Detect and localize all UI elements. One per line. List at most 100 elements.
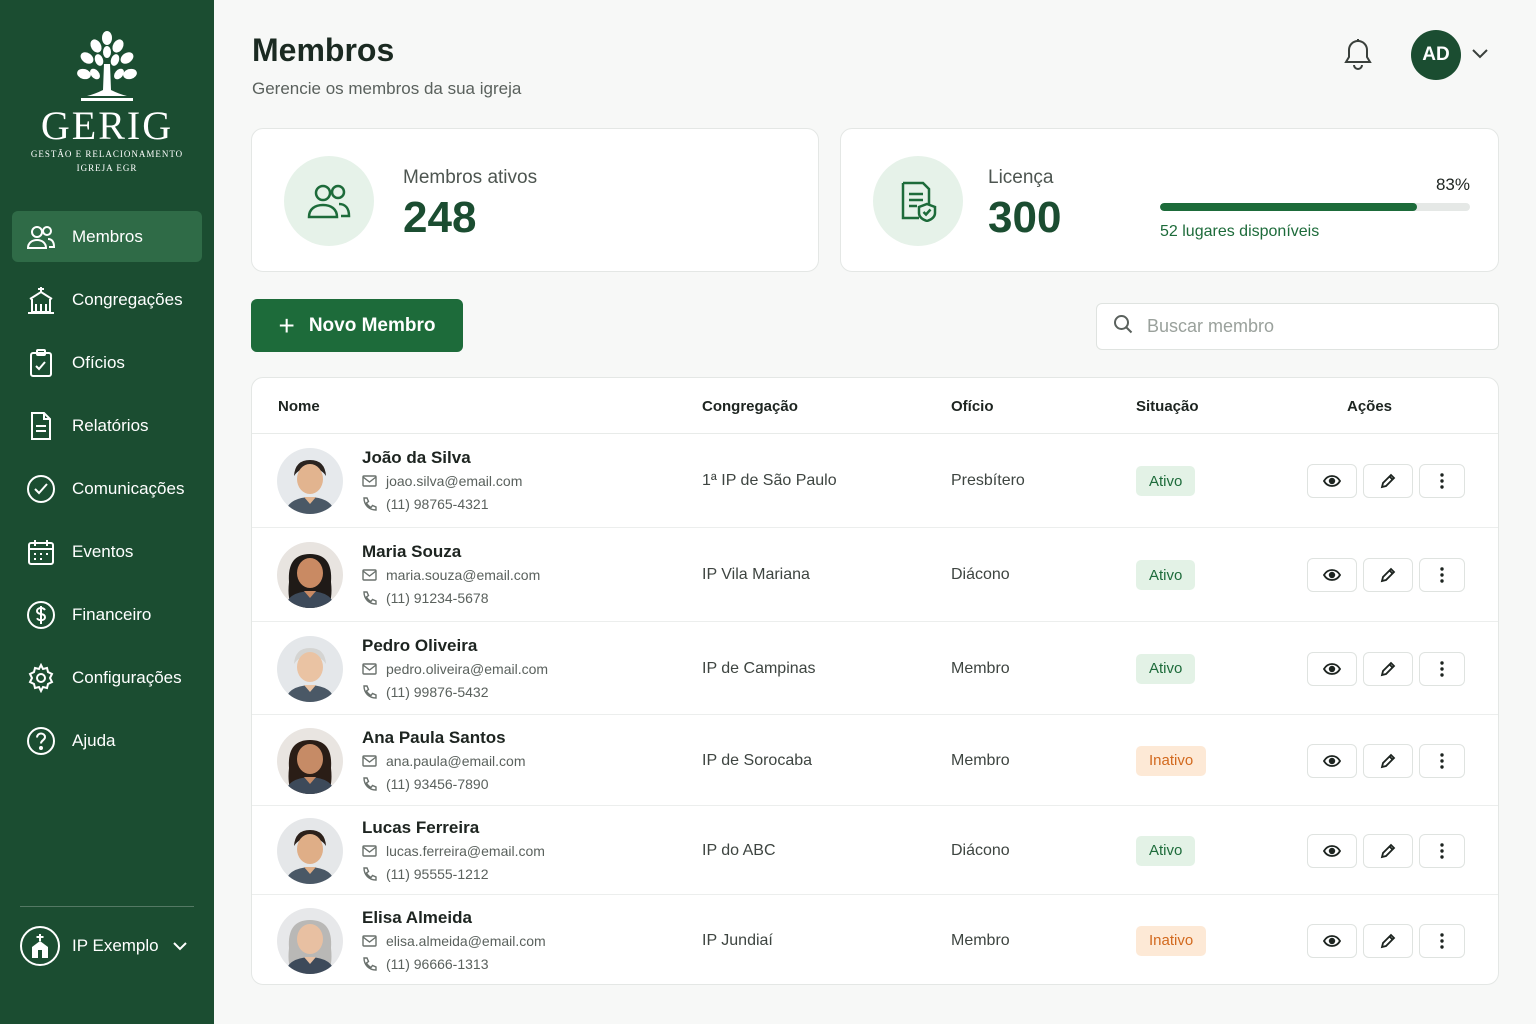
- active-members-card: Membros ativos 248: [251, 128, 819, 272]
- column-header-congregation[interactable]: Congregação: [702, 398, 798, 415]
- phone-icon: [363, 684, 377, 699]
- church-selector[interactable]: IP Exemplo: [20, 926, 187, 966]
- member-email: lucas.ferreira@email.com: [362, 843, 545, 859]
- more-options-button[interactable]: [1419, 464, 1465, 498]
- member-avatar: [277, 542, 343, 608]
- phone-icon: [363, 776, 377, 791]
- sidebar-item-eventos[interactable]: Eventos: [12, 526, 202, 577]
- mail-icon: [362, 934, 377, 947]
- sidebar-item-relatorios[interactable]: Relatórios: [12, 400, 202, 451]
- member-congregation: IP Vila Mariana: [702, 566, 810, 583]
- more-vertical-icon: [1440, 473, 1444, 489]
- sidebar: GERIG GESTÃO E RELACIONAMENTO IGREJA EGR…: [0, 0, 214, 1024]
- chevron-down-icon[interactable]: [1472, 46, 1488, 64]
- member-avatar: [277, 907, 343, 974]
- license-available: 52 lugares disponíveis: [1160, 223, 1320, 240]
- search-box[interactable]: [1096, 303, 1499, 350]
- member-email: maria.souza@email.com: [362, 567, 540, 583]
- member-phone: (11) 91234-5678: [362, 590, 488, 606]
- view-button[interactable]: [1307, 558, 1357, 592]
- more-options-button[interactable]: [1419, 923, 1465, 958]
- view-button[interactable]: [1307, 833, 1357, 868]
- edit-button[interactable]: [1363, 558, 1413, 592]
- edit-button[interactable]: [1363, 923, 1413, 958]
- edit-button[interactable]: [1363, 743, 1413, 778]
- status-badge: Ativo: [1136, 835, 1196, 866]
- church-building-icon: [26, 285, 56, 315]
- sidebar-item-label: Financeiro: [72, 604, 152, 624]
- member-name[interactable]: Maria Souza: [362, 542, 461, 562]
- mail-icon: [362, 754, 377, 767]
- edit-button[interactable]: [1363, 464, 1413, 498]
- sidebar-item-configuracoes[interactable]: Configurações: [12, 652, 202, 703]
- sidebar-item-label: Comunicações: [72, 478, 185, 498]
- member-avatar: [277, 817, 343, 884]
- sidebar-item-membros[interactable]: Membros: [12, 211, 202, 262]
- member-congregation: IP Jundiaí: [702, 931, 773, 949]
- status-badge: Inativo: [1136, 925, 1207, 956]
- view-button[interactable]: [1307, 923, 1357, 958]
- sidebar-item-congregacoes[interactable]: Congregações: [12, 274, 202, 325]
- more-options-button[interactable]: [1419, 558, 1465, 592]
- new-member-button[interactable]: + Novo Membro: [251, 299, 463, 352]
- notification-bell-icon[interactable]: [1342, 38, 1374, 72]
- eye-icon: [1323, 569, 1341, 581]
- table-row: Maria Souza maria.souza@email.com (11) 9…: [252, 528, 1498, 622]
- brand-subtitle-2: IGREJA EGR: [76, 163, 138, 173]
- member-avatar: [277, 635, 343, 702]
- member-name[interactable]: Lucas Ferreira: [362, 818, 479, 838]
- eye-icon: [1323, 844, 1341, 857]
- table-row: João da Silva joao.silva@email.com (11) …: [252, 434, 1498, 528]
- eye-icon: [1323, 934, 1341, 947]
- view-button[interactable]: [1307, 743, 1357, 778]
- tree-logo-icon: [77, 31, 137, 101]
- view-button[interactable]: [1307, 464, 1357, 498]
- help-circle-icon: [26, 726, 56, 756]
- table-header: Nome Congregação Ofício Situação Ações: [252, 378, 1498, 434]
- license-progress-bar: [1160, 203, 1470, 211]
- check-circle-icon: [26, 474, 56, 504]
- phone-icon: [363, 866, 377, 881]
- view-button[interactable]: [1307, 651, 1357, 686]
- more-options-button[interactable]: [1419, 833, 1465, 868]
- user-avatar[interactable]: AD: [1411, 30, 1461, 80]
- license-value: 300: [988, 193, 1062, 242]
- member-phone: (11) 93456-7890: [362, 776, 488, 792]
- sidebar-item-financeiro[interactable]: Financeiro: [12, 589, 202, 640]
- status-badge: Ativo: [1136, 466, 1196, 496]
- sidebar-nav: Membros Congregações Ofícios Relatórios …: [12, 211, 202, 778]
- license-card: Licença 300 83% 52 lugares disponíveis: [840, 128, 1499, 272]
- edit-button[interactable]: [1363, 651, 1413, 686]
- sidebar-item-oficios[interactable]: Ofícios: [12, 337, 202, 388]
- phone-icon: [363, 591, 377, 605]
- status-badge: Ativo: [1136, 560, 1196, 590]
- member-phone: (11) 98765-4321: [362, 496, 488, 512]
- sidebar-item-ajuda[interactable]: Ajuda: [12, 715, 202, 766]
- sidebar-item-label: Congregações: [72, 289, 183, 309]
- more-options-button[interactable]: [1419, 651, 1465, 686]
- mail-icon: [362, 475, 377, 487]
- mail-icon: [362, 662, 377, 675]
- mail-icon: [362, 569, 377, 581]
- member-name[interactable]: Pedro Oliveira: [362, 636, 477, 656]
- member-name[interactable]: Elisa Almeida: [362, 908, 472, 928]
- column-header-office[interactable]: Ofício: [951, 398, 994, 415]
- sidebar-item-comunicacoes[interactable]: Comunicações: [12, 463, 202, 514]
- plus-icon: +: [278, 309, 295, 341]
- active-members-label: Membros ativos: [403, 167, 538, 188]
- more-options-button[interactable]: [1419, 743, 1465, 778]
- eye-icon: [1323, 754, 1341, 767]
- column-header-name[interactable]: Nome: [278, 398, 320, 415]
- member-name[interactable]: João da Silva: [362, 448, 471, 468]
- chevron-down-icon: [172, 936, 187, 956]
- search-input[interactable]: [1147, 316, 1477, 337]
- dollar-circle-icon: [26, 600, 56, 630]
- edit-button[interactable]: [1363, 833, 1413, 868]
- column-header-status[interactable]: Situação: [1136, 398, 1199, 415]
- members-table: Nome Congregação Ofício Situação Ações J…: [251, 377, 1499, 985]
- page-subtitle: Gerencie os membros da sua igreja: [252, 79, 522, 98]
- users-icon: [26, 222, 56, 252]
- sidebar-item-label: Ajuda: [72, 730, 116, 750]
- pencil-icon: [1380, 933, 1396, 948]
- member-name[interactable]: Ana Paula Santos: [362, 728, 506, 748]
